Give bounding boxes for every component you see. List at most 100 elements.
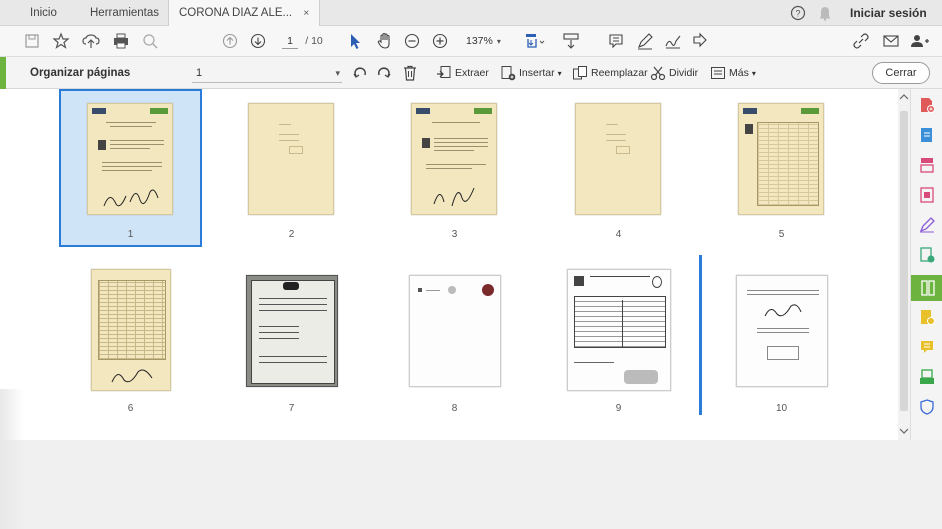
print-icon[interactable] [112, 31, 130, 51]
page-thumbnail-5[interactable]: 5 [710, 89, 853, 247]
zoom-in-icon[interactable] [432, 31, 448, 51]
split-button[interactable]: Dividir [650, 63, 698, 83]
more-button[interactable]: Más ▾ [710, 63, 756, 83]
right-tools-panel [910, 89, 942, 440]
vertical-scrollbar[interactable] [898, 89, 910, 440]
page-image [246, 275, 338, 387]
scan-ocr-icon[interactable] [919, 369, 935, 385]
page-thumbnail-8[interactable]: 8 [383, 259, 526, 417]
page-number: 8 [451, 403, 458, 414]
page-up-icon[interactable] [222, 31, 238, 51]
combine-files-icon[interactable] [919, 157, 935, 173]
page-image [575, 103, 661, 215]
help-icon[interactable]: ? [790, 0, 806, 26]
page-down-icon[interactable] [250, 31, 266, 51]
protect-icon[interactable] [919, 309, 935, 325]
page-thumbnail-9[interactable]: 9 [547, 259, 690, 417]
tab-home[interactable]: Inicio [20, 0, 67, 26]
bell-icon[interactable] [818, 0, 832, 26]
organize-title: Organizar páginas [30, 67, 131, 79]
page-thumbnail-3[interactable]: 3 [383, 89, 526, 247]
comment-tool-icon[interactable] [919, 339, 935, 355]
export-pdf-icon[interactable] [919, 127, 935, 143]
split-label: Dividir [669, 67, 699, 79]
signin-link[interactable]: Iniciar sesión [850, 0, 927, 26]
zoom-dropdown[interactable]: 137% ▾ [466, 31, 501, 51]
more-label: Más [729, 67, 749, 79]
current-page-input[interactable]: 1 [282, 33, 298, 49]
page-range-select[interactable]: 1 ▾ [192, 63, 342, 83]
scroll-down-icon[interactable] [899, 427, 909, 437]
page-number: 2 [288, 229, 295, 240]
insert-position-marker [699, 255, 702, 415]
page-number: 6 [127, 403, 134, 414]
star-icon[interactable] [52, 31, 70, 51]
add-user-icon[interactable] [910, 31, 930, 51]
page-thumbnail-10[interactable]: 10 [710, 259, 853, 417]
page-image [736, 275, 828, 387]
mail-icon[interactable] [882, 31, 900, 51]
page-image [409, 275, 501, 387]
tab-home-label: Inicio [30, 7, 57, 19]
send-for-review-icon[interactable] [919, 247, 935, 263]
edit-pdf-icon[interactable] [919, 187, 935, 203]
tab-document-label: CORONA DIAZ ALE... [179, 7, 293, 19]
tab-tools-label: Herramientas [90, 7, 160, 19]
scrollbar-thumb[interactable] [900, 111, 908, 411]
close-tab-icon[interactable]: × [303, 8, 309, 19]
page-image [91, 269, 171, 391]
share-icon[interactable] [692, 31, 710, 51]
page-image [248, 103, 334, 215]
zoom-out-icon[interactable] [404, 31, 420, 51]
tab-tools[interactable]: Herramientas [80, 0, 169, 26]
sign-icon[interactable] [664, 31, 682, 51]
scroll-up-icon[interactable] [899, 93, 909, 103]
page-number: 4 [615, 229, 622, 240]
rotate-left-icon[interactable] [352, 63, 368, 83]
close-organize-button[interactable]: Cerrar [872, 62, 930, 84]
scroll-icon[interactable] [562, 31, 580, 51]
upload-icon[interactable] [82, 31, 100, 51]
hand-icon[interactable] [376, 31, 394, 51]
tab-document[interactable]: CORONA DIAZ ALE... × [168, 0, 321, 27]
page-thumbnail-7[interactable]: 7 [220, 259, 363, 417]
trash-icon[interactable] [402, 63, 418, 83]
page-number: 10 [775, 403, 788, 414]
extract-button[interactable]: Extraer [436, 63, 489, 83]
page-thumbnail-6[interactable]: 6 [59, 259, 202, 417]
page-thumbnail-grid: 1 2 3 4 5 6 7 8 9 10 [0, 89, 898, 529]
pen-icon[interactable] [636, 31, 654, 51]
insert-label: Insertar [519, 67, 555, 79]
select-arrow-icon[interactable] [348, 31, 362, 51]
replace-label: Reemplazar [591, 67, 648, 79]
fit-page-icon[interactable] [524, 31, 546, 51]
replace-button[interactable]: Reemplazar [572, 63, 648, 83]
chevron-down-icon: ▾ [557, 68, 562, 78]
page-thumbnail-4[interactable]: 4 [547, 89, 690, 247]
insert-button[interactable]: Insertar ▾ [500, 63, 562, 83]
shield-icon[interactable] [919, 399, 935, 415]
replace-icon [573, 66, 587, 80]
link-icon[interactable] [852, 31, 870, 51]
zoom-search-icon[interactable] [142, 31, 158, 51]
page-image [411, 103, 497, 215]
organize-pages-icon[interactable] [911, 275, 942, 301]
zoom-value: 137% [466, 35, 493, 47]
page-image [738, 103, 824, 215]
page-thumbnail-1[interactable]: 1 [59, 89, 202, 247]
organize-toolbar: Organizar páginas 1 ▾ Extraer Insertar ▾… [0, 57, 942, 89]
create-pdf-icon[interactable] [919, 97, 935, 113]
total-pages: / 10 [305, 35, 323, 47]
main-toolbar: 1 / 10 137% ▾ [0, 26, 942, 57]
rotate-right-icon[interactable] [376, 63, 392, 83]
page-number: 9 [615, 403, 622, 414]
fill-sign-icon[interactable] [919, 217, 935, 233]
chevron-down-icon: ▾ [335, 68, 340, 78]
chevron-down-icon: ▾ [496, 36, 501, 46]
comment-icon[interactable] [608, 31, 624, 51]
chevron-down-icon: ▾ [751, 68, 756, 78]
save-icon[interactable] [24, 31, 40, 51]
page-range-value: 1 [196, 67, 203, 79]
watermark-fade [0, 389, 24, 529]
page-thumbnail-2[interactable]: 2 [220, 89, 363, 247]
